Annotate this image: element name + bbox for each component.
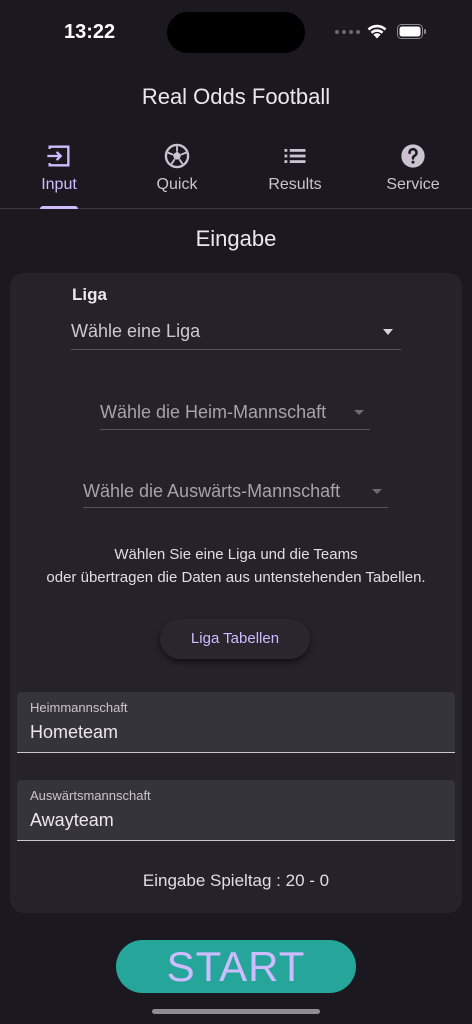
tab-input[interactable]: Input [0,132,118,209]
tab-quick[interactable]: Quick [118,132,236,208]
home-indicator[interactable] [152,1009,320,1014]
home-team-field-value[interactable]: Hometeam [30,722,118,743]
section-title: Eingabe [195,226,277,251]
home-team-dropdown-value: Wähle die Heim-Mannschaft [100,402,327,422]
status-time: 13:22 [64,21,116,43]
instruction-line-1: Wählen Sie eine Liga und die Teams [114,546,358,563]
input-card: Liga Wähle eine Liga Wähle die Heim-Mann… [10,273,462,913]
input-icon [47,145,70,167]
away-team-dropdown-value: Wähle die Auswärts-Mannschaft [83,481,341,501]
instruction-text: Wählen Sie eine Liga und die Teams oder … [10,543,462,589]
tab-input-label: Input [41,176,77,193]
instruction-line-2: oder übertragen die Daten aus untenstehe… [46,569,426,586]
list-icon [284,149,306,163]
app-title: Real Odds Football [141,84,331,109]
matchday-text: Eingabe Spieltag : 20 - 0 [142,871,330,890]
battery-icon [397,24,426,39]
wifi-icon [367,24,387,39]
away-team-field[interactable]: Auswärtsmannschaft Awayteam [17,780,455,841]
tab-active-indicator [40,206,78,209]
liga-label: Liga [72,285,107,304]
liga-dropdown[interactable]: Wähle eine Liga [71,309,401,350]
tab-service-label: Service [386,176,440,193]
tab-service[interactable]: Service [354,132,472,208]
tab-bar: Input Quick Results Service [0,132,472,209]
start-button[interactable]: START [116,940,356,993]
dropdown-arrow-icon [354,410,364,415]
tab-results[interactable]: Results [236,132,354,208]
liga-dropdown-value: Wähle eine Liga [71,321,201,341]
tab-quick-label: Quick [156,176,198,193]
cellular-signal-icon [335,30,360,34]
status-bar: 13:22 [0,0,472,60]
liga-tables-button[interactable]: Liga Tabellen [160,619,310,659]
dropdown-arrow-icon [372,489,382,494]
dropdown-arrow-icon [383,329,393,335]
dynamic-island [167,12,305,53]
away-team-dropdown[interactable]: Wähle die Auswärts-Mannschaft [83,475,388,508]
help-icon [401,144,425,168]
home-team-field-label: Heimmannschaft [30,700,128,715]
soccer-ball-icon [164,143,190,169]
tab-results-label: Results [268,176,322,193]
away-team-field-value[interactable]: Awayteam [30,810,114,831]
home-team-field[interactable]: Heimmannschaft Hometeam [17,692,455,753]
away-team-field-label: Auswärtsmannschaft [30,788,151,803]
home-team-dropdown[interactable]: Wähle die Heim-Mannschaft [100,395,370,430]
